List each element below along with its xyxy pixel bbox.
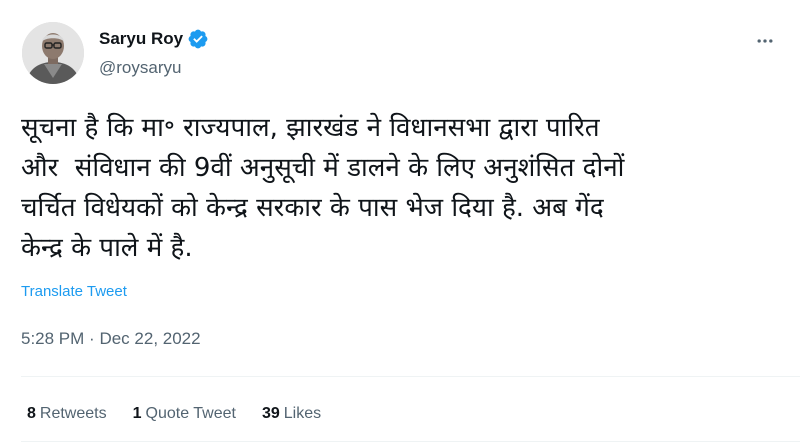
tweet-timestamp: 5:28 PM · Dec 22, 2022	[21, 329, 201, 349]
likes-count: 39	[261, 405, 280, 422]
author-name-row: Saryu Roy	[99, 28, 209, 50]
tweet-text-line: चर्चित विधेयकों को केन्द्र सरकार के पास …	[21, 193, 604, 223]
timestamp-separator: ·	[89, 329, 95, 348]
quotes-count: 1	[132, 405, 142, 422]
retweets-stat[interactable]: 8 Retweets	[27, 405, 107, 423]
verified-badge-icon	[187, 28, 209, 50]
tweet-text-line: सूचना है कि मा॰ राज्यपाल, झारखंड ने विधा…	[21, 113, 600, 143]
author-display-name[interactable]: Saryu Roy	[99, 29, 183, 49]
retweets-count: 8	[27, 405, 36, 422]
quotes-label: Quote Tweet	[145, 405, 236, 422]
retweets-label: Retweets	[39, 405, 107, 422]
tweet-text-line: केन्द्र के पाले में है.	[21, 233, 193, 263]
more-options-button[interactable]	[748, 26, 782, 60]
more-horizontal-icon	[755, 31, 775, 55]
tweet-text: सूचना है कि मा॰ राज्यपाल, झारखंड ने विधा…	[21, 108, 781, 268]
tweet-time-link[interactable]: 5:28 PM	[21, 329, 84, 348]
translate-tweet-link[interactable]: Translate Tweet	[21, 283, 127, 300]
avatar[interactable]	[22, 22, 84, 84]
author-handle[interactable]: @roysaryu	[99, 58, 181, 78]
likes-stat[interactable]: 39 Likes	[262, 405, 321, 423]
likes-label: Likes	[283, 405, 322, 422]
tweet-date-link[interactable]: Dec 22, 2022	[99, 329, 200, 348]
quote-tweets-stat[interactable]: 1 Quote Tweet	[133, 405, 236, 423]
profile-photo	[22, 22, 84, 84]
divider	[21, 441, 800, 442]
divider	[21, 376, 800, 377]
tweet-card: Saryu Roy @roysaryu सूचना है कि मा॰ राज्…	[0, 0, 800, 445]
tweet-text-line: और संविधान की 9वीं अनुसूची में डालने के …	[21, 153, 625, 183]
engagement-stats: 8 Retweets 1 Quote Tweet 39 Likes	[27, 405, 321, 423]
